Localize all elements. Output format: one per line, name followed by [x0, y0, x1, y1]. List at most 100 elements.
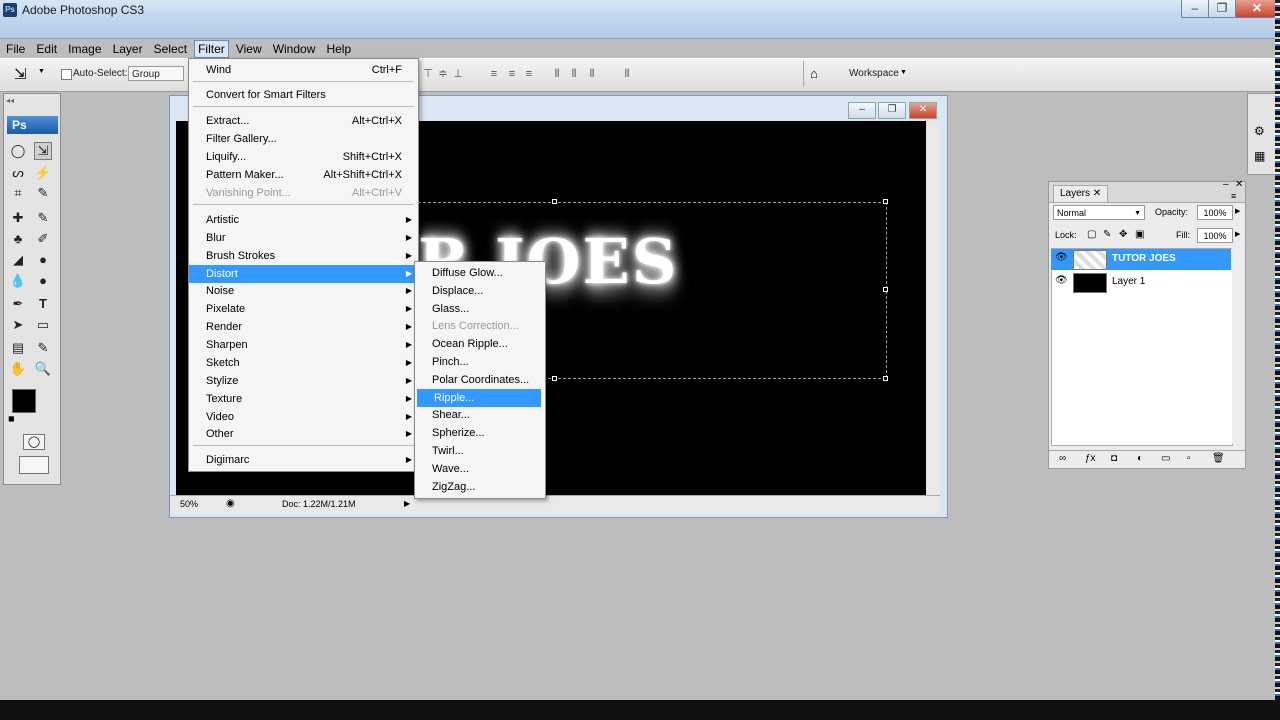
filter-menu-item[interactable]: Stylize ▶ — [189, 372, 418, 390]
blend-mode-dropdown[interactable]: Normal ▼ — [1053, 205, 1145, 220]
filter-menu-item[interactable]: Extract... Alt+Ctrl+X — [189, 112, 418, 130]
menu-filter[interactable]: Filter — [194, 40, 229, 58]
layers-tab[interactable]: Layers ✕ — [1053, 185, 1109, 202]
status-menu-icon[interactable]: ◉ — [226, 498, 235, 509]
distort-menu-item[interactable]: Ocean Ripple... — [415, 335, 545, 353]
shape-tool-icon[interactable]: ▭ — [34, 316, 52, 334]
quick-mask-icon[interactable]: ◯ — [23, 434, 45, 450]
visibility-eye-icon[interactable]: 👁 — [1055, 275, 1068, 286]
close-tab-icon[interactable]: ✕ — [1093, 188, 1101, 199]
distribute-right-icon[interactable]: ⦀ — [585, 67, 599, 81]
menu-layer[interactable]: Layer — [109, 40, 147, 58]
bridge-icon[interactable]: ⌂ — [810, 66, 818, 81]
foreground-color-swatch[interactable] — [12, 389, 36, 413]
close-button[interactable]: ✕ — [1235, 0, 1279, 18]
tool-preset-dropdown-icon[interactable]: ▼ — [38, 68, 45, 75]
transform-handle[interactable] — [883, 287, 888, 292]
crop-tool-icon[interactable]: ⌗ — [9, 184, 27, 202]
screen-mode-icon[interactable] — [19, 456, 49, 474]
align-top-icon[interactable]: ⊤ — [421, 67, 435, 81]
distort-menu-item[interactable]: Ripple... — [417, 388, 541, 407]
path-selection-tool-icon[interactable]: ➤ — [9, 316, 27, 334]
transform-handle[interactable] — [552, 199, 557, 204]
auto-select-checkbox[interactable] — [61, 69, 72, 80]
layer-row-tutor-joes[interactable]: 👁 TUTOR JOES — [1051, 249, 1231, 270]
move-tool-icon[interactable]: ⇲ — [34, 142, 52, 160]
filter-menu-item[interactable]: Sketch ▶ — [189, 354, 418, 372]
menu-file[interactable]: File — [2, 40, 29, 58]
clone-stamp-tool-icon[interactable]: ♣ — [9, 230, 27, 248]
notes-tool-icon[interactable]: ▤ — [9, 339, 27, 357]
magic-wand-tool-icon[interactable]: ⚡ — [34, 164, 52, 182]
adjustment-layer-icon[interactable]: ◐ — [1137, 453, 1143, 464]
zoom-level[interactable]: 50% — [180, 499, 198, 509]
layer-mask-icon[interactable]: ◘ — [1111, 453, 1117, 464]
menu-window[interactable]: Window — [269, 40, 320, 58]
distribute-top-icon[interactable]: ≡ — [487, 67, 501, 81]
eyedropper-tool-icon[interactable]: ✎ — [34, 339, 52, 357]
distort-menu-item[interactable]: Pinch... — [415, 353, 545, 371]
dodge-tool-icon[interactable]: ● — [34, 272, 52, 290]
opacity-field[interactable]: 100% — [1197, 205, 1233, 220]
auto-select-dropdown[interactable]: Group — [128, 66, 184, 81]
pen-tool-icon[interactable]: ✒ — [9, 295, 27, 313]
hand-tool-icon[interactable]: ✋ — [9, 360, 27, 378]
distort-menu-item[interactable]: Diffuse Glow... — [415, 264, 545, 282]
blur-tool-icon[interactable]: 💧 — [9, 272, 27, 290]
distort-menu-item[interactable]: Glass... — [415, 300, 545, 318]
collapse-icon[interactable]: ◂◂ — [6, 96, 14, 105]
workspace-dropdown-icon[interactable]: ▼ — [900, 69, 907, 76]
transform-handle[interactable] — [883, 376, 888, 381]
fill-field[interactable]: 100% — [1197, 228, 1233, 243]
filter-menu-item[interactable]: Video ▶ — [189, 408, 418, 426]
filter-menu-item[interactable]: Liquify... Shift+Ctrl+X — [189, 148, 418, 166]
move-tool-icon[interactable]: ⇲ — [14, 65, 27, 83]
marquee-tool-icon[interactable]: ◯ — [9, 142, 27, 160]
menu-help[interactable]: Help — [322, 40, 355, 58]
layers-scrollbar[interactable] — [1232, 248, 1243, 444]
distort-menu-item[interactable]: Polar Coordinates... — [415, 371, 545, 389]
filter-menu-item[interactable]: Sharpen ▶ — [189, 336, 418, 354]
doc-close-button[interactable]: ✕ — [909, 102, 937, 119]
distort-menu-item[interactable]: Twirl... — [415, 442, 545, 460]
filter-menu-item[interactable]: Blur ▶ — [189, 229, 418, 247]
auto-align-icon[interactable]: ⦀ — [620, 67, 634, 81]
eraser-tool-icon[interactable]: ◢ — [9, 251, 27, 269]
lock-position-icon[interactable]: ✥ — [1119, 229, 1127, 240]
panel-menu-icon[interactable]: ≡ — [1231, 191, 1236, 201]
lasso-tool-icon[interactable]: ᔕ — [9, 164, 27, 182]
maximize-button[interactable]: ❐ — [1208, 0, 1236, 18]
minimize-button[interactable]: – — [1181, 0, 1209, 18]
slice-tool-icon[interactable]: ✎ — [34, 184, 52, 202]
filter-menu-item[interactable]: Render ▶ — [189, 318, 418, 336]
fill-arrow-icon[interactable]: ▶ — [1235, 230, 1240, 238]
default-colors-icon[interactable]: ◼ — [8, 414, 15, 423]
zoom-tool-icon[interactable]: 🔍 — [34, 360, 52, 378]
vertical-scrollbar[interactable] — [927, 121, 940, 495]
filter-menu-item[interactable]: Artistic ▶ — [189, 211, 418, 229]
doc-minimize-button[interactable]: – — [848, 102, 876, 119]
layer-row-layer-1[interactable]: 👁 Layer 1 — [1051, 272, 1231, 293]
menu-select[interactable]: Select — [150, 40, 191, 58]
distribute-hcenter-icon[interactable]: ⦀ — [567, 67, 581, 81]
distort-menu-item[interactable]: Spherize... — [415, 424, 545, 442]
history-icon[interactable]: ▦ — [1254, 149, 1265, 163]
new-layer-icon[interactable]: ▫ — [1187, 453, 1191, 464]
lock-all-icon[interactable]: ▣ — [1135, 229, 1144, 240]
filter-menu-item[interactable]: Digimarc ▶ — [189, 451, 418, 469]
filter-menu-item[interactable]: Pattern Maker... Alt+Shift+Ctrl+X — [189, 166, 418, 184]
transform-handle[interactable] — [883, 199, 888, 204]
visibility-eye-icon[interactable]: 👁 — [1055, 252, 1068, 263]
opacity-arrow-icon[interactable]: ▶ — [1235, 207, 1240, 215]
doc-maximize-button[interactable]: ❐ — [878, 102, 906, 119]
panel-minimize-icon[interactable]: – — [1223, 179, 1229, 190]
new-group-icon[interactable]: ▭ — [1161, 453, 1170, 464]
link-layers-icon[interactable]: ∞ — [1059, 453, 1066, 464]
filter-menu-item[interactable]: Other ▶ — [189, 425, 418, 443]
workspace-button[interactable]: Workspace — [849, 68, 899, 79]
transform-handle[interactable] — [552, 376, 557, 381]
menu-edit[interactable]: Edit — [32, 40, 61, 58]
filter-menu-item[interactable]: Texture ▶ — [189, 390, 418, 408]
filter-menu-item[interactable]: Pixelate ▶ — [189, 300, 418, 318]
distort-menu-item[interactable]: Shear... — [415, 406, 545, 424]
